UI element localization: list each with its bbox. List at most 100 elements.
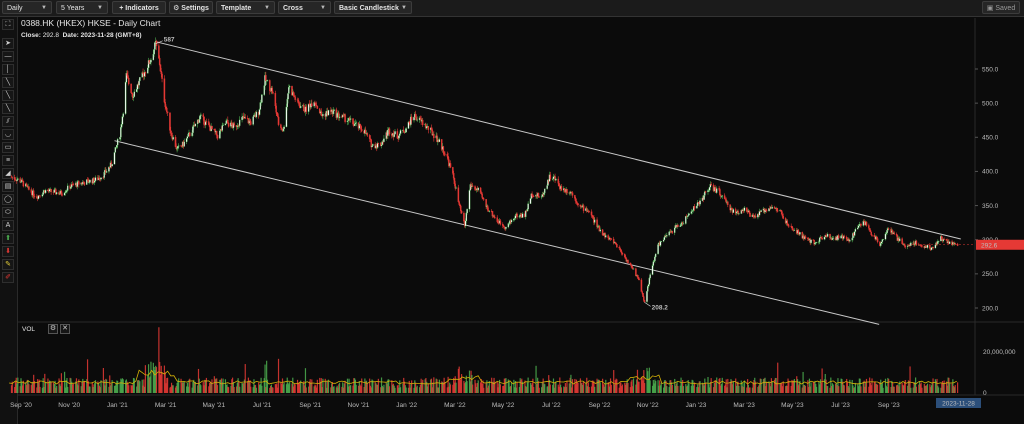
- candle-body: [876, 238, 879, 242]
- volume-bar: [67, 386, 69, 393]
- candle-body: [153, 49, 155, 55]
- candle-body: [105, 171, 108, 173]
- candle-body: [738, 213, 740, 215]
- volume-bar: [957, 382, 959, 393]
- candle-body: [886, 230, 888, 234]
- candle-body: [773, 206, 776, 209]
- candle-body: [538, 196, 540, 198]
- candle-body: [687, 215, 689, 217]
- candle-body: [749, 212, 751, 217]
- candle-body: [776, 210, 779, 212]
- price-chart[interactable]: 200.0250.0300.0350.0400.0450.0500.0550.0…: [0, 0, 1024, 424]
- volume-bar: [904, 379, 906, 393]
- candle-body: [453, 177, 456, 184]
- candle-body: [11, 176, 14, 178]
- candle-body: [901, 238, 903, 244]
- candle-body: [41, 194, 44, 197]
- volume-bar: [827, 386, 829, 393]
- volume-bar: [499, 384, 501, 393]
- candle-body: [266, 80, 269, 82]
- candle-body: [544, 188, 546, 194]
- volume-bar: [721, 377, 723, 393]
- x-tick-label: Mar '22: [444, 402, 466, 409]
- volume-bar: [738, 385, 740, 393]
- candle-body: [558, 183, 560, 187]
- volume-bar: [771, 381, 773, 393]
- candle-body: [460, 210, 463, 214]
- candle-body: [915, 240, 918, 245]
- candle-body: [149, 62, 151, 64]
- candle-body: [44, 189, 47, 194]
- volume-bar: [261, 385, 263, 393]
- volume-bar: [716, 377, 718, 393]
- candle-body: [287, 93, 289, 100]
- candle-body: [430, 127, 433, 130]
- candle-body: [873, 235, 876, 237]
- candle-body: [820, 236, 823, 239]
- candle-body: [39, 195, 41, 197]
- candle-body: [910, 242, 912, 246]
- candle-body: [929, 244, 931, 249]
- volume-bar: [150, 361, 152, 393]
- candle-body: [360, 129, 363, 132]
- candle-body: [288, 86, 291, 88]
- candle-body: [446, 153, 449, 157]
- x-tick-label: Mar '23: [733, 402, 755, 409]
- candle-body: [274, 93, 277, 107]
- candle-body: [513, 218, 515, 221]
- volume-bar: [760, 378, 762, 393]
- candle-body: [527, 203, 529, 210]
- candle-body: [574, 198, 577, 202]
- candle-body: [131, 92, 133, 94]
- candle-body: [870, 231, 872, 236]
- candle-body: [208, 124, 211, 128]
- candle-body: [810, 239, 812, 244]
- last-date-label: 2023-11-28: [942, 401, 975, 408]
- close-icon[interactable]: ✕: [60, 324, 70, 334]
- candle-body: [285, 106, 288, 127]
- candle-body: [22, 181, 25, 187]
- volume-bar: [416, 385, 418, 393]
- volume-bar: [427, 383, 429, 393]
- candle-body: [283, 126, 285, 130]
- candle-body: [521, 213, 524, 218]
- x-tick-label: Jan '23: [686, 402, 707, 409]
- volume-tick-label: 20,000,000: [983, 349, 1016, 356]
- volume-bar: [449, 384, 452, 393]
- candle-body: [165, 106, 167, 109]
- candle-body: [679, 225, 682, 227]
- volume-bar: [632, 378, 635, 393]
- candle-body: [282, 128, 285, 132]
- volume-bar: [566, 380, 568, 393]
- volume-bar: [133, 378, 135, 393]
- candle-body: [630, 264, 632, 267]
- volume-bar: [50, 382, 52, 393]
- volume-bar: [571, 379, 574, 393]
- candle-body: [307, 103, 310, 112]
- candle-body: [94, 177, 97, 181]
- candle-body: [139, 77, 141, 82]
- candle-body: [224, 123, 227, 126]
- candle-body: [727, 201, 729, 205]
- candle-body: [662, 239, 665, 242]
- candle-body: [275, 105, 277, 113]
- volume-bar: [166, 377, 169, 393]
- volume-bar: [361, 378, 363, 393]
- volume-bar: [865, 378, 868, 393]
- candle-body: [463, 212, 465, 222]
- candle-body: [147, 67, 149, 74]
- gear-icon[interactable]: ⚙: [48, 324, 58, 334]
- volume-bar: [766, 382, 768, 393]
- candle-body: [336, 113, 338, 118]
- volume-bar: [222, 378, 224, 393]
- candle-body: [258, 109, 261, 115]
- candle-body: [884, 233, 887, 240]
- volume-bar: [644, 383, 646, 393]
- candle-body: [640, 279, 643, 292]
- candle-body: [616, 244, 618, 248]
- high-annotation: 587: [164, 37, 175, 44]
- candle-body: [865, 221, 868, 226]
- candle-body: [122, 113, 124, 117]
- volume-bar: [882, 387, 884, 393]
- volume-bar: [438, 379, 440, 393]
